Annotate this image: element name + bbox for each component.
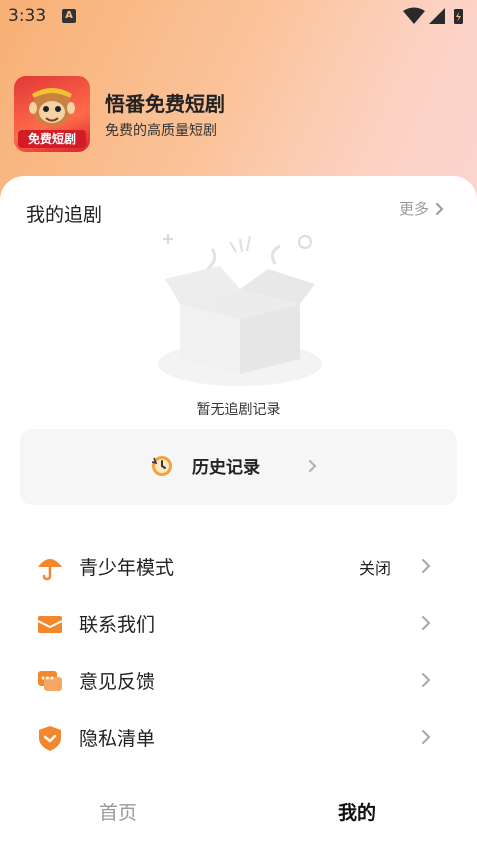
chevron-right-icon xyxy=(436,202,444,215)
section-title: 我的追剧 xyxy=(26,204,103,226)
menu-item-teen-mode[interactable]: 青少年模式 关闭 xyxy=(0,538,477,594)
clock-icon xyxy=(151,455,172,476)
more-link[interactable]: 更多 xyxy=(399,198,445,219)
empty-box-icon xyxy=(158,234,322,386)
chevron-right-icon xyxy=(309,460,317,472)
umbrella-icon xyxy=(38,559,62,581)
bottom-tab-bar: 首页 我的 xyxy=(0,778,477,849)
menu-item-feedback[interactable]: 意见反馈 xyxy=(0,652,477,708)
chat-icon xyxy=(38,671,62,691)
menu-item-contact-us[interactable]: 联系我们 xyxy=(0,595,477,651)
more-label: 更多 xyxy=(398,200,429,218)
envelope-icon xyxy=(37,616,63,633)
shield-icon xyxy=(39,726,61,751)
chevron-right-icon xyxy=(422,730,431,744)
signal-icon xyxy=(429,8,445,24)
menu-label: 青少年模式 xyxy=(79,557,175,579)
status-bar: 3:33 A xyxy=(0,0,477,32)
notification-icon: A xyxy=(62,9,76,23)
chevron-right-icon xyxy=(422,673,431,687)
status-time: 3:33 xyxy=(8,6,47,26)
empty-text: 暂无追剧记录 xyxy=(196,402,281,418)
chevron-right-icon xyxy=(422,616,431,630)
menu-item-privacy-list[interactable]: 隐私清单 xyxy=(0,709,477,765)
app-header: 免费短剧 悟番免费短剧 免费的高质量短剧 xyxy=(14,76,464,154)
tab-mine[interactable]: 我的 xyxy=(338,798,376,825)
status-icons xyxy=(403,7,463,24)
wifi-icon xyxy=(403,7,425,24)
main-card: 我的追剧 更多 暂无追剧记录 历史记录 青少年模式 关闭 联系我们 意见反馈 隐… xyxy=(0,176,477,849)
app-name: 悟番免费短剧 xyxy=(105,92,225,116)
monkey-king-icon xyxy=(29,88,75,126)
app-icon: 免费短剧 xyxy=(14,76,90,152)
app-slogan: 免费的高质量短剧 xyxy=(105,123,217,139)
tab-home[interactable]: 首页 xyxy=(99,798,137,825)
menu-label: 联系我们 xyxy=(79,614,156,636)
history-button[interactable]: 历史记录 xyxy=(20,429,457,505)
history-label: 历史记录 xyxy=(192,458,260,478)
menu-label: 意见反馈 xyxy=(79,671,156,693)
chevron-right-icon xyxy=(422,559,431,573)
menu-label: 隐私清单 xyxy=(79,728,156,750)
app-icon-tag: 免费短剧 xyxy=(18,130,86,148)
history-inner: 历史记录 xyxy=(150,453,260,478)
teen-mode-status: 关闭 xyxy=(358,559,391,578)
